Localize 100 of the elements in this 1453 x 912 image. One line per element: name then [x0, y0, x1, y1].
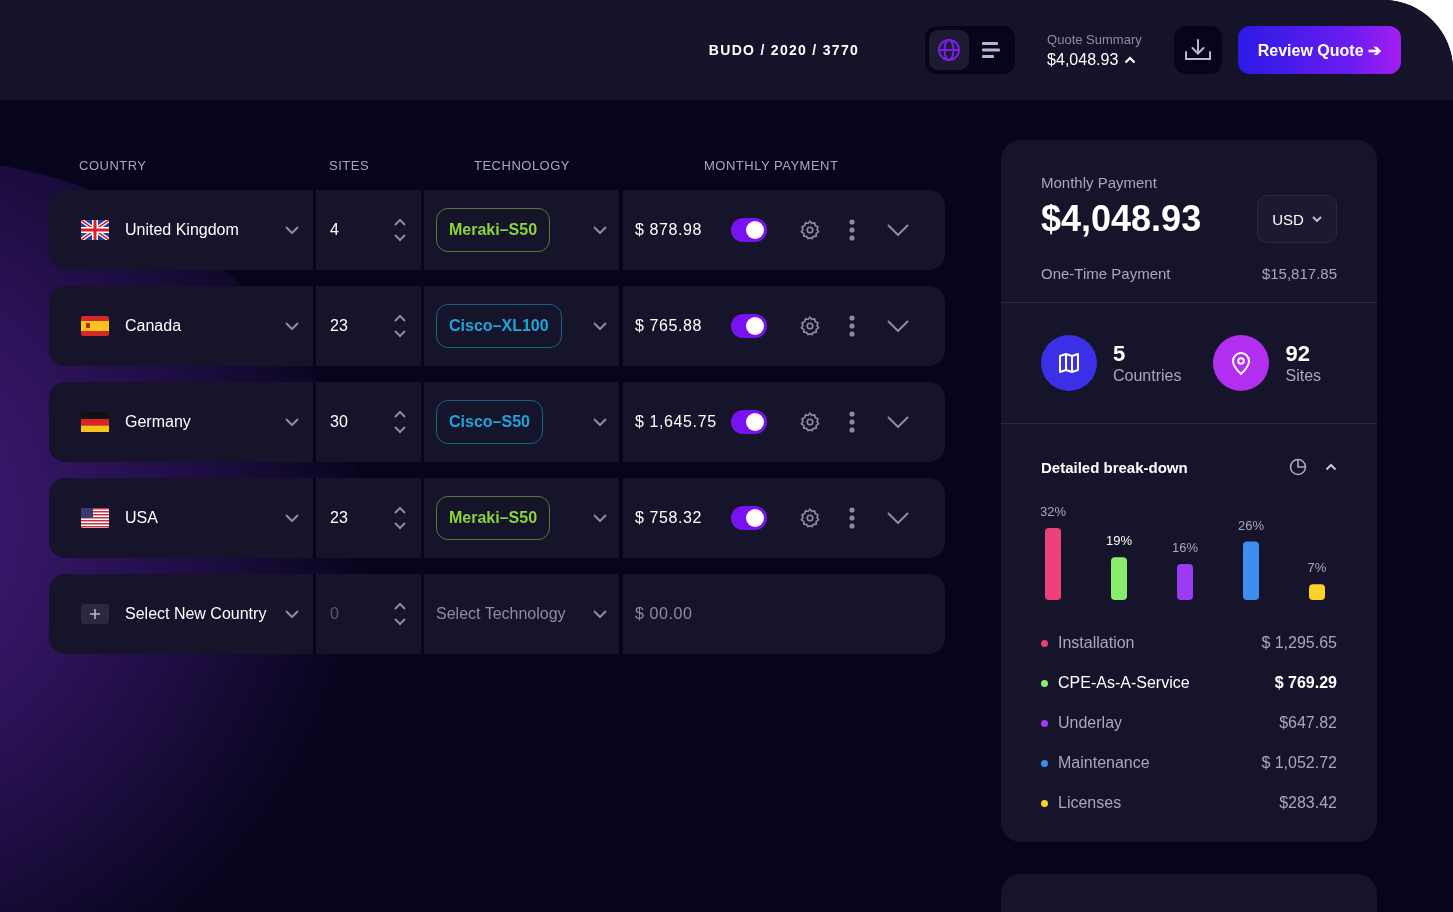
bar — [1243, 541, 1259, 600]
map-icon — [1041, 335, 1097, 391]
collapse-chevron-icon[interactable] — [1325, 463, 1337, 471]
expand-chevron-icon[interactable] — [887, 224, 909, 236]
download-button[interactable] — [1173, 26, 1222, 74]
technology-tag[interactable]: Cisco–S50 — [436, 400, 543, 444]
dropdown-chevron-icon[interactable] — [593, 418, 607, 426]
bar-value-label: 19% — [1106, 533, 1132, 549]
flag-icon — [81, 508, 109, 528]
download-icon — [1183, 38, 1212, 62]
bar — [1177, 564, 1193, 600]
bar-value-label: 32% — [1041, 504, 1066, 519]
dropdown-chevron-icon[interactable] — [593, 514, 607, 522]
stat-value: 92 — [1285, 341, 1311, 367]
more-options-icon[interactable] — [849, 411, 855, 433]
more-options-icon[interactable] — [849, 507, 855, 529]
country-select[interactable]: Select New Country — [125, 605, 269, 623]
breakdown-label: Underlay — [1058, 714, 1124, 732]
chevron-icon — [1311, 216, 1322, 222]
column-header: TECHNOLOGY — [459, 158, 688, 176]
dropdown-chevron-icon[interactable] — [285, 322, 299, 330]
breakdown-item[interactable]: Underlay $647.82 — [1041, 714, 1337, 732]
sites-count: 30 — [330, 413, 349, 431]
dropdown-chevron-icon[interactable] — [593, 226, 607, 234]
bar — [1309, 584, 1325, 600]
stepper-icon[interactable] — [393, 313, 407, 339]
settings-icon[interactable] — [799, 219, 821, 241]
globe-icon — [937, 38, 962, 62]
toggle-switch[interactable] — [731, 410, 767, 434]
bar-value-label: 16% — [1172, 540, 1198, 555]
review-quote-button[interactable]: Review Quote ➔ — [1237, 26, 1401, 74]
settings-icon[interactable] — [799, 411, 821, 433]
dropdown-chevron-icon[interactable] — [285, 610, 299, 618]
breakdown-item[interactable]: Maintenance $ 1,052.72 — [1041, 754, 1337, 772]
expand-chevron-icon[interactable] — [887, 320, 909, 332]
technology-tag[interactable]: Cisco–XL100 — [436, 304, 562, 348]
add-icon[interactable] — [81, 604, 109, 624]
breakdown-amount: $283.42 — [1279, 794, 1337, 812]
settings-icon[interactable] — [799, 507, 821, 529]
expand-chevron-icon[interactable] — [887, 512, 909, 524]
stepper-icon[interactable] — [393, 409, 407, 435]
currency-dropdown[interactable]: USD — [1257, 195, 1337, 243]
column-header: MONTHLY PAYMENT — [688, 158, 945, 176]
bar-value-label: 26% — [1238, 517, 1264, 533]
payment-amount: $ 1,645.75 — [635, 413, 718, 431]
list-icon — [982, 42, 1001, 58]
technology-tag[interactable]: Meraki–S50 — [436, 208, 551, 252]
quote-summary-amount[interactable]: $4,048.93 — [1047, 50, 1142, 69]
breakdown-title: Detailed break-down — [1041, 458, 1189, 476]
toggle-switch[interactable] — [731, 218, 767, 242]
breakdown-label: CPE-As-A-Service — [1058, 674, 1191, 692]
breadcrumb: BUDO / 2020 / 3770 — [708, 42, 860, 58]
caret-icon — [1124, 55, 1137, 64]
more-options-icon[interactable] — [849, 315, 855, 337]
flag-icon — [81, 220, 109, 240]
breakdown-label: Installation — [1058, 634, 1136, 652]
breakdown-item[interactable]: Licenses $283.42 — [1041, 794, 1337, 812]
breakdown-label: Maintenance — [1058, 754, 1151, 772]
payment-amount: $ 765.88 — [635, 317, 704, 335]
expand-chevron-icon[interactable] — [887, 416, 909, 428]
sites-count: 4 — [330, 221, 340, 239]
bar — [1111, 557, 1127, 600]
column-header: COUNTRY — [78, 158, 148, 175]
payment-amount: $ 758.32 — [635, 509, 704, 527]
dropdown-chevron-icon[interactable] — [593, 610, 607, 618]
sites-count: 23 — [330, 509, 349, 527]
dropdown-chevron-icon[interactable] — [285, 514, 299, 522]
stat-label: Countries — [1113, 367, 1182, 385]
flag-icon — [81, 412, 109, 432]
stat-value: 5 — [1113, 341, 1127, 367]
country-name: Canada — [125, 317, 183, 335]
more-options-icon[interactable] — [849, 219, 855, 241]
breakdown-label: Licenses — [1058, 794, 1123, 812]
stepper-icon[interactable] — [393, 217, 407, 243]
dropdown-chevron-icon[interactable] — [285, 226, 299, 234]
technology-tag[interactable]: Meraki–S50 — [436, 496, 551, 540]
technology-select[interactable]: Select Technology — [436, 605, 593, 623]
stepper-icon[interactable] — [393, 505, 407, 531]
sites-count: 23 — [330, 317, 349, 335]
location-pin-icon — [1213, 335, 1270, 391]
stepper-icon[interactable] — [393, 601, 407, 627]
bar-value-label: 7% — [1307, 560, 1327, 576]
breakdown-item[interactable]: Installation $ 1,295.65 — [1041, 634, 1337, 652]
monthly-payment-label: Monthly Payment — [1041, 174, 1158, 191]
one-time-payment-label: One-Time Payment — [1041, 265, 1171, 282]
breakdown-amount: $ 769.29 — [1274, 674, 1337, 692]
toggle-switch[interactable] — [731, 506, 767, 530]
breakdown-item[interactable]: CPE-As-A-Service $ 769.29 — [1041, 674, 1337, 692]
country-name: USA — [125, 509, 159, 527]
sites-count: 0 — [330, 605, 340, 623]
dropdown-chevron-icon[interactable] — [285, 418, 299, 426]
toggle-switch[interactable] — [731, 314, 767, 338]
column-header: SITES — [326, 158, 459, 176]
pie-chart-icon[interactable] — [1289, 458, 1307, 476]
payment-amount: $ 00.00 — [635, 605, 694, 623]
breakdown-amount: $ 1,295.65 — [1261, 634, 1337, 652]
settings-icon[interactable] — [799, 315, 821, 337]
bar — [1045, 528, 1061, 600]
monthly-payment-amount: $4,048.93 — [1041, 198, 1202, 240]
dropdown-chevron-icon[interactable] — [593, 322, 607, 330]
